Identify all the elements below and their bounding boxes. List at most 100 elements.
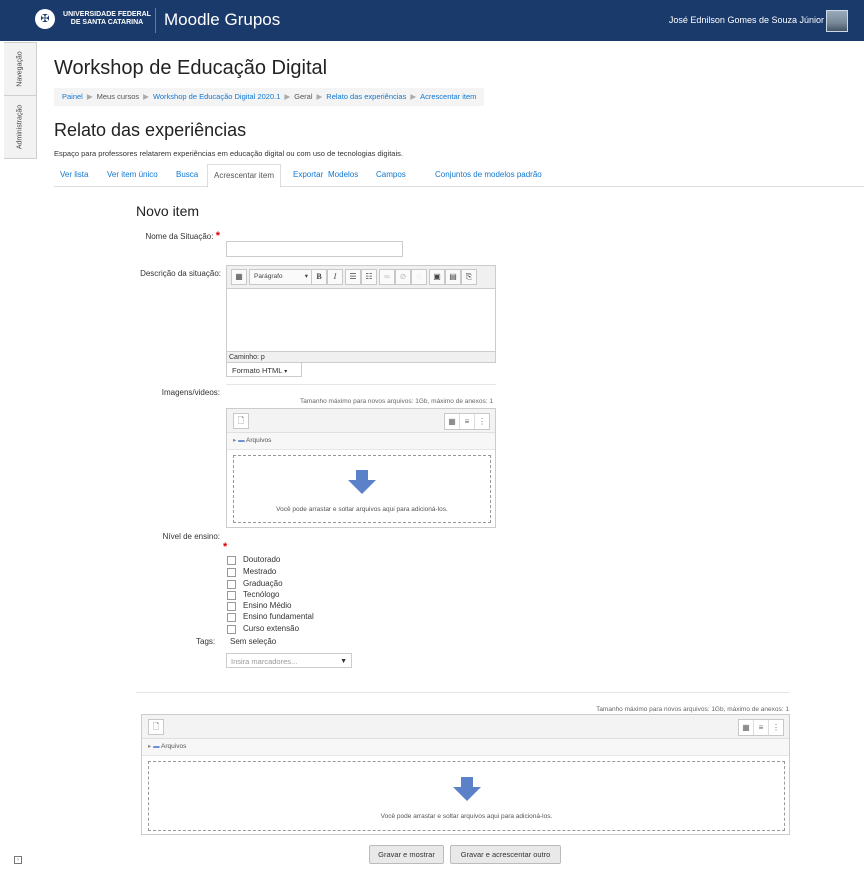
option-doutorado[interactable]: Doutorado [243, 555, 280, 564]
attachments-file-picker: 🗋 ▦ ≡ ⋮ ▸ ▬ Arquivos Você pode arrastar e … [141, 714, 790, 835]
drop-message: Você pode arrastar e soltar arquivos aqu… [380, 813, 553, 820]
navigation-tab-label: Navegação [16, 51, 24, 87]
link-icon[interactable]: ∞ [379, 269, 395, 285]
tags-selection: Sem seleção [230, 637, 277, 646]
required-icon: * [215, 230, 220, 242]
tab-conjuntos[interactable]: Conjuntos de modelos padrão [435, 170, 542, 179]
breadcrumb-separator: ▶ [86, 92, 93, 101]
course-title: Workshop de Educação Digital [54, 57, 328, 79]
administration-drawer-tab[interactable]: Administração [4, 95, 37, 159]
format-select-label: Formato HTML [232, 366, 283, 375]
descricao-label: Descrição da situação: [140, 269, 221, 278]
breadcrumb-geral: Geral [294, 92, 313, 101]
collapse-icon[interactable]: › [14, 856, 22, 864]
tags-input[interactable]: Insira marcadores... ▼ [226, 653, 352, 668]
tags-placeholder: Insira marcadores... [231, 657, 298, 666]
tree-view-icon[interactable]: ⋮ [475, 414, 489, 429]
editor-path: Caminho: p [227, 351, 495, 362]
download-arrow-icon [452, 777, 481, 801]
save-and-add-button[interactable]: Gravar e acrescentar outro [450, 845, 561, 864]
option-tecnologo[interactable]: Tecnólogo [243, 590, 279, 599]
form-legend: Novo item [136, 203, 200, 219]
add-file-icon[interactable]: 🗋 [233, 413, 249, 429]
activity-intro: Espaço para professores relatarem experi… [54, 149, 403, 158]
breadcrumb-course[interactable]: Workshop de Educação Digital 2020.1 [153, 92, 280, 101]
bullet-list-icon[interactable]: ☰ [345, 269, 361, 285]
user-avatar[interactable] [826, 10, 848, 32]
site-brand[interactable]: Moodle Grupos [164, 10, 280, 30]
chevron-down-icon: ▼ [340, 658, 347, 665]
option-ensino-medio[interactable]: Ensino Médio [243, 601, 291, 610]
chevron-down-icon: ▾ [304, 273, 308, 280]
bold-icon[interactable]: B [311, 269, 327, 285]
folder-label: Arquivos [161, 743, 187, 750]
breadcrumb-separator: ▶ [410, 92, 417, 101]
caret-right-icon: ▸ [233, 437, 237, 444]
checkbox-tecnologo[interactable] [227, 591, 236, 600]
folder-path[interactable]: ▸ ▬ Arquivos [227, 433, 495, 450]
description-editor: ▦ Parágrafo ▾ B I ☰ ☷ ∞ ⊘ ◌ ▣ ▤ ⎘ Caminho… [226, 265, 496, 363]
breadcrumb: Painel ▶ Meus cursos ▶ Workshop de Educação … [54, 88, 485, 106]
option-curso-extensao[interactable]: Curso extensão [243, 624, 299, 633]
italic-icon[interactable]: I [327, 269, 343, 285]
file-drop-zone[interactable]: Você pode arrastar e soltar arquivos aqu… [148, 761, 785, 831]
tab-bar: Ver lista Ver item único Busca Acrescent… [54, 164, 864, 188]
drop-message: Você pode arrastar e soltar arquivos aqu… [276, 506, 448, 513]
unlink-icon[interactable]: ⊘ [395, 269, 411, 285]
breadcrumb-activity[interactable]: Relato das experiências [326, 92, 406, 101]
required-icon: * [223, 541, 228, 553]
navbar-divider [155, 8, 156, 33]
tab-exportar[interactable]: Exportar [293, 170, 323, 179]
media-icon[interactable]: ▤ [445, 269, 461, 285]
paragraph-select[interactable]: Parágrafo ▾ [249, 269, 313, 285]
checkbox-doutorado[interactable] [227, 556, 236, 565]
list-view-icon[interactable]: ≡ [754, 720, 769, 735]
user-name[interactable]: José Ednilson Gomes de Souza Júnior [669, 15, 824, 25]
activity-title: Relato das experiências [54, 120, 247, 140]
format-select[interactable]: Formato HTML ▾ [226, 362, 302, 377]
file-manager-icon[interactable]: ⎘ [461, 269, 477, 285]
top-navbar: ✠ UNIVERSIDADE FEDERAL DE SANTA CATARINA… [0, 0, 864, 41]
option-mestrado[interactable]: Mestrado [243, 567, 276, 576]
tags-label: Tags: [196, 637, 216, 646]
paragraph-select-label: Parágrafo [254, 273, 283, 280]
tab-acrescentar-item[interactable]: Acrescentar item [207, 164, 282, 188]
university-seal-icon[interactable]: ✠ [35, 9, 55, 29]
checkbox-curso-extensao[interactable] [227, 625, 236, 634]
icons-view-icon[interactable]: ▦ [739, 720, 754, 735]
tab-campos[interactable]: Campos [376, 170, 406, 179]
tab-modelos[interactable]: Modelos [328, 170, 358, 179]
tab-ver-lista[interactable]: Ver lista [60, 170, 88, 179]
nivel-label: Nível de ensino: [162, 532, 220, 541]
folder-path[interactable]: ▸ ▬ Arquivos [142, 739, 789, 756]
file-drop-zone[interactable]: Você pode arrastar e soltar arquivos aqu… [233, 455, 491, 523]
breadcrumb-current[interactable]: Acrescentar item [420, 92, 476, 101]
image-icon[interactable]: ▣ [429, 269, 445, 285]
add-file-icon[interactable]: 🗋 [148, 719, 164, 735]
university-name[interactable]: UNIVERSIDADE FEDERAL DE SANTA CATARINA [62, 11, 152, 27]
caret-right-icon: ▸ [148, 743, 152, 750]
nome-label: Nome da Situação: * [120, 230, 220, 242]
navigation-drawer-tab[interactable]: Navegação [4, 42, 37, 96]
tab-busca[interactable]: Busca [176, 170, 198, 179]
tab-ver-item-unico[interactable]: Ver item único [107, 170, 158, 179]
breadcrumb-meus-cursos: Meus cursos [96, 92, 140, 101]
checkbox-graduacao[interactable] [227, 580, 236, 589]
numbered-list-icon[interactable]: ☷ [361, 269, 377, 285]
breadcrumb-painel[interactable]: Painel [62, 92, 83, 101]
toolbar-toggle-icon[interactable]: ▦ [231, 269, 247, 285]
tree-view-icon[interactable]: ⋮ [769, 720, 783, 735]
checkbox-ensino-medio[interactable] [227, 602, 236, 611]
checkbox-mestrado[interactable] [227, 568, 236, 577]
administration-tab-label: Administração [16, 104, 24, 150]
save-and-view-button[interactable]: Gravar e mostrar [369, 845, 444, 864]
icons-view-icon[interactable]: ▦ [445, 414, 460, 429]
emoticon-icon[interactable]: ◌ [411, 269, 427, 285]
download-arrow-icon [348, 470, 376, 494]
option-ensino-fundamental[interactable]: Ensino fundamental [243, 612, 314, 621]
option-graduacao[interactable]: Graduação [243, 579, 283, 588]
checkbox-ensino-fundamental[interactable] [227, 613, 236, 622]
filepicker-toolbar: 🗋 ▦ ≡ ⋮ [227, 409, 495, 433]
list-view-icon[interactable]: ≡ [460, 414, 475, 429]
nome-input[interactable] [226, 241, 403, 257]
